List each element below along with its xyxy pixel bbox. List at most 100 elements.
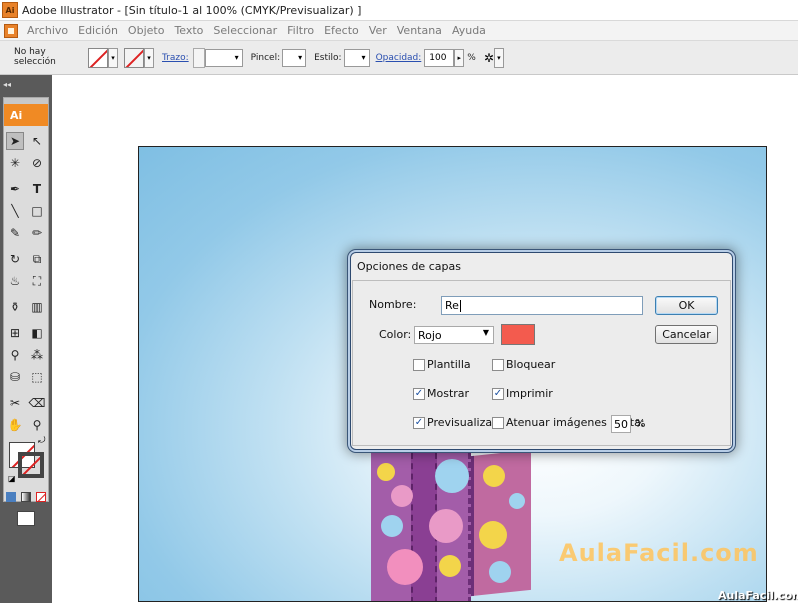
live-paint-selection-tool-icon[interactable]: ⬚ bbox=[28, 368, 46, 386]
type-tool-icon[interactable]: T bbox=[28, 180, 46, 198]
blend-tool-icon[interactable]: ⁂ bbox=[28, 346, 46, 364]
checkmark-icon[interactable]: ✓ bbox=[413, 387, 425, 400]
opacity-input[interactable]: 100 bbox=[424, 48, 455, 67]
stroke-weight-select[interactable]: ▾ bbox=[204, 48, 243, 67]
warp-tool-icon[interactable]: ♨ bbox=[6, 272, 24, 290]
cancel-button[interactable]: Cancelar bbox=[655, 325, 718, 344]
screen-mode-icon[interactable] bbox=[17, 510, 35, 526]
paintbrush-tool-icon[interactable]: ✎ bbox=[6, 224, 24, 242]
layer-options-dialog: Opciones de capas Nombre: Re OK Color: R… bbox=[350, 252, 733, 450]
selection-tool-icon[interactable]: ➤ bbox=[6, 132, 24, 150]
opacity-slider-toggle[interactable]: ▸ bbox=[454, 48, 465, 67]
menu-bar: Archivo Edición Objeto Texto Seleccionar… bbox=[0, 21, 798, 41]
opacidad-link[interactable]: Opacidad: bbox=[376, 53, 422, 63]
plantilla-checkbox[interactable]: Plantilla bbox=[413, 358, 471, 371]
eraser-tool-icon[interactable]: ⌫ bbox=[28, 394, 46, 412]
menu-seleccionar[interactable]: Seleccionar bbox=[208, 24, 282, 37]
pencil-tool-icon[interactable]: ✏ bbox=[28, 224, 46, 242]
stroke-color-icon[interactable] bbox=[18, 452, 44, 478]
live-paint-bucket-tool-icon[interactable]: ⛁ bbox=[6, 368, 24, 386]
menu-filtro[interactable]: Filtro bbox=[282, 24, 319, 37]
checkmark-icon[interactable]: ✓ bbox=[413, 416, 425, 429]
checkbox-box[interactable] bbox=[492, 416, 504, 429]
none-mode-icon[interactable] bbox=[35, 492, 46, 502]
magic-wand-tool-icon[interactable]: ✳ bbox=[6, 154, 24, 172]
stroke-dropdown[interactable]: ▾ bbox=[144, 47, 154, 68]
imprimir-checkbox[interactable]: ✓ Imprimir bbox=[492, 387, 553, 400]
bloquear-checkbox[interactable]: Bloquear bbox=[492, 358, 555, 371]
name-label: Nombre: bbox=[369, 298, 417, 311]
atenuar-input[interactable]: 50 bbox=[611, 415, 631, 433]
scale-tool-icon[interactable]: ⧉ bbox=[28, 250, 46, 268]
rectangle-tool-icon[interactable]: □ bbox=[28, 202, 46, 220]
slice-tool-icon[interactable]: ✂ bbox=[6, 394, 24, 412]
zoom-tool-icon[interactable]: ⚲ bbox=[28, 416, 46, 434]
window-title: Adobe Illustrator - [Sin título-1 al 100… bbox=[22, 3, 362, 17]
line-tool-icon[interactable]: ╲ bbox=[6, 202, 24, 220]
pincel-label: Pincel: bbox=[250, 52, 281, 63]
dialog-title[interactable]: Opciones de capas bbox=[351, 253, 732, 280]
checkbox-box[interactable] bbox=[492, 358, 504, 371]
atenuar-percent: % bbox=[635, 417, 646, 430]
ok-button[interactable]: OK bbox=[655, 296, 718, 315]
select-similar-dropdown[interactable]: ▾ bbox=[493, 47, 504, 68]
color-select[interactable]: Rojo ▼ bbox=[414, 326, 494, 344]
gift-dot bbox=[381, 515, 403, 537]
fill-dropdown[interactable]: ▾ bbox=[108, 47, 118, 68]
menu-ventana[interactable]: Ventana bbox=[392, 24, 447, 37]
gift-dot bbox=[439, 555, 461, 577]
trazo-link[interactable]: Trazo: bbox=[162, 53, 189, 63]
menu-texto[interactable]: Texto bbox=[169, 24, 208, 37]
menu-ayuda[interactable]: Ayuda bbox=[447, 24, 491, 37]
brush-select[interactable]: ▾ bbox=[282, 48, 307, 67]
color-mode-icon[interactable] bbox=[6, 492, 17, 502]
illustrator-app-icon[interactable]: Ai bbox=[2, 2, 18, 18]
mesh-tool-icon[interactable]: ⊞ bbox=[6, 324, 24, 342]
swap-colors-icon[interactable]: ⤾ bbox=[38, 436, 46, 446]
menu-ver[interactable]: Ver bbox=[364, 24, 392, 37]
eyedropper-tool-icon[interactable]: ⚲ bbox=[6, 346, 24, 364]
select-similar-icon[interactable]: ✲ bbox=[484, 51, 494, 65]
mostrar-checkbox[interactable]: ✓ Mostrar bbox=[413, 387, 469, 400]
gift-dot bbox=[391, 485, 413, 507]
symbol-sprayer-tool-icon[interactable]: ⚱ bbox=[6, 298, 24, 316]
previsualizar-checkbox[interactable]: ✓ Previsualizar bbox=[413, 416, 497, 429]
name-input[interactable]: Re bbox=[441, 296, 643, 315]
selection-status: No hay selección bbox=[14, 47, 56, 67]
rotate-tool-icon[interactable]: ↻ bbox=[6, 250, 24, 268]
footer-watermark: AulaFacil.com bbox=[718, 589, 798, 602]
gift-dot bbox=[483, 465, 505, 487]
gift-dot bbox=[435, 459, 469, 493]
gradient-mode-icon[interactable] bbox=[20, 492, 31, 502]
stroke-swatch[interactable] bbox=[124, 47, 144, 68]
direct-selection-tool-icon[interactable]: ↖ bbox=[28, 132, 46, 150]
default-colors-icon[interactable]: ◪ bbox=[8, 474, 16, 483]
color-swatch[interactable] bbox=[501, 324, 535, 345]
document-menu-icon[interactable] bbox=[4, 23, 18, 38]
checkmark-icon[interactable]: ✓ bbox=[492, 387, 504, 400]
free-transform-tool-icon[interactable]: ⛶ bbox=[28, 272, 46, 290]
color-label: Color: bbox=[379, 328, 412, 341]
gift-dot bbox=[377, 463, 395, 481]
pen-tool-icon[interactable]: ✒ bbox=[6, 180, 24, 198]
collapse-panel-icon[interactable]: ◂◂ bbox=[3, 80, 11, 89]
stroke-weight-spinner[interactable] bbox=[192, 47, 205, 68]
lasso-tool-icon[interactable]: ⊘ bbox=[28, 154, 46, 172]
gradient-tool-icon[interactable]: ◧ bbox=[28, 324, 46, 342]
dialog-body: Nombre: Re OK Color: Rojo ▼ Cancelar Plan… bbox=[352, 280, 731, 446]
checkbox-box[interactable] bbox=[413, 358, 425, 371]
opacity-percent: % bbox=[467, 52, 476, 63]
ai-logo: Ai bbox=[4, 104, 48, 126]
style-select[interactable]: ▾ bbox=[343, 48, 370, 67]
column-graph-tool-icon[interactable]: ▥ bbox=[28, 298, 46, 316]
gift-dot bbox=[509, 493, 525, 509]
menu-objeto[interactable]: Objeto bbox=[123, 24, 170, 37]
menu-archivo[interactable]: Archivo bbox=[22, 24, 73, 37]
estilo-label: Estilo: bbox=[314, 52, 342, 63]
menu-edicion[interactable]: Edición bbox=[73, 24, 123, 37]
menu-efecto[interactable]: Efecto bbox=[319, 24, 364, 37]
title-bar: Ai Adobe Illustrator - [Sin título-1 al … bbox=[0, 0, 798, 21]
watermark: AulaFacil.com bbox=[559, 539, 759, 567]
fill-swatch[interactable] bbox=[88, 47, 108, 68]
hand-tool-icon[interactable]: ✋ bbox=[6, 416, 24, 434]
